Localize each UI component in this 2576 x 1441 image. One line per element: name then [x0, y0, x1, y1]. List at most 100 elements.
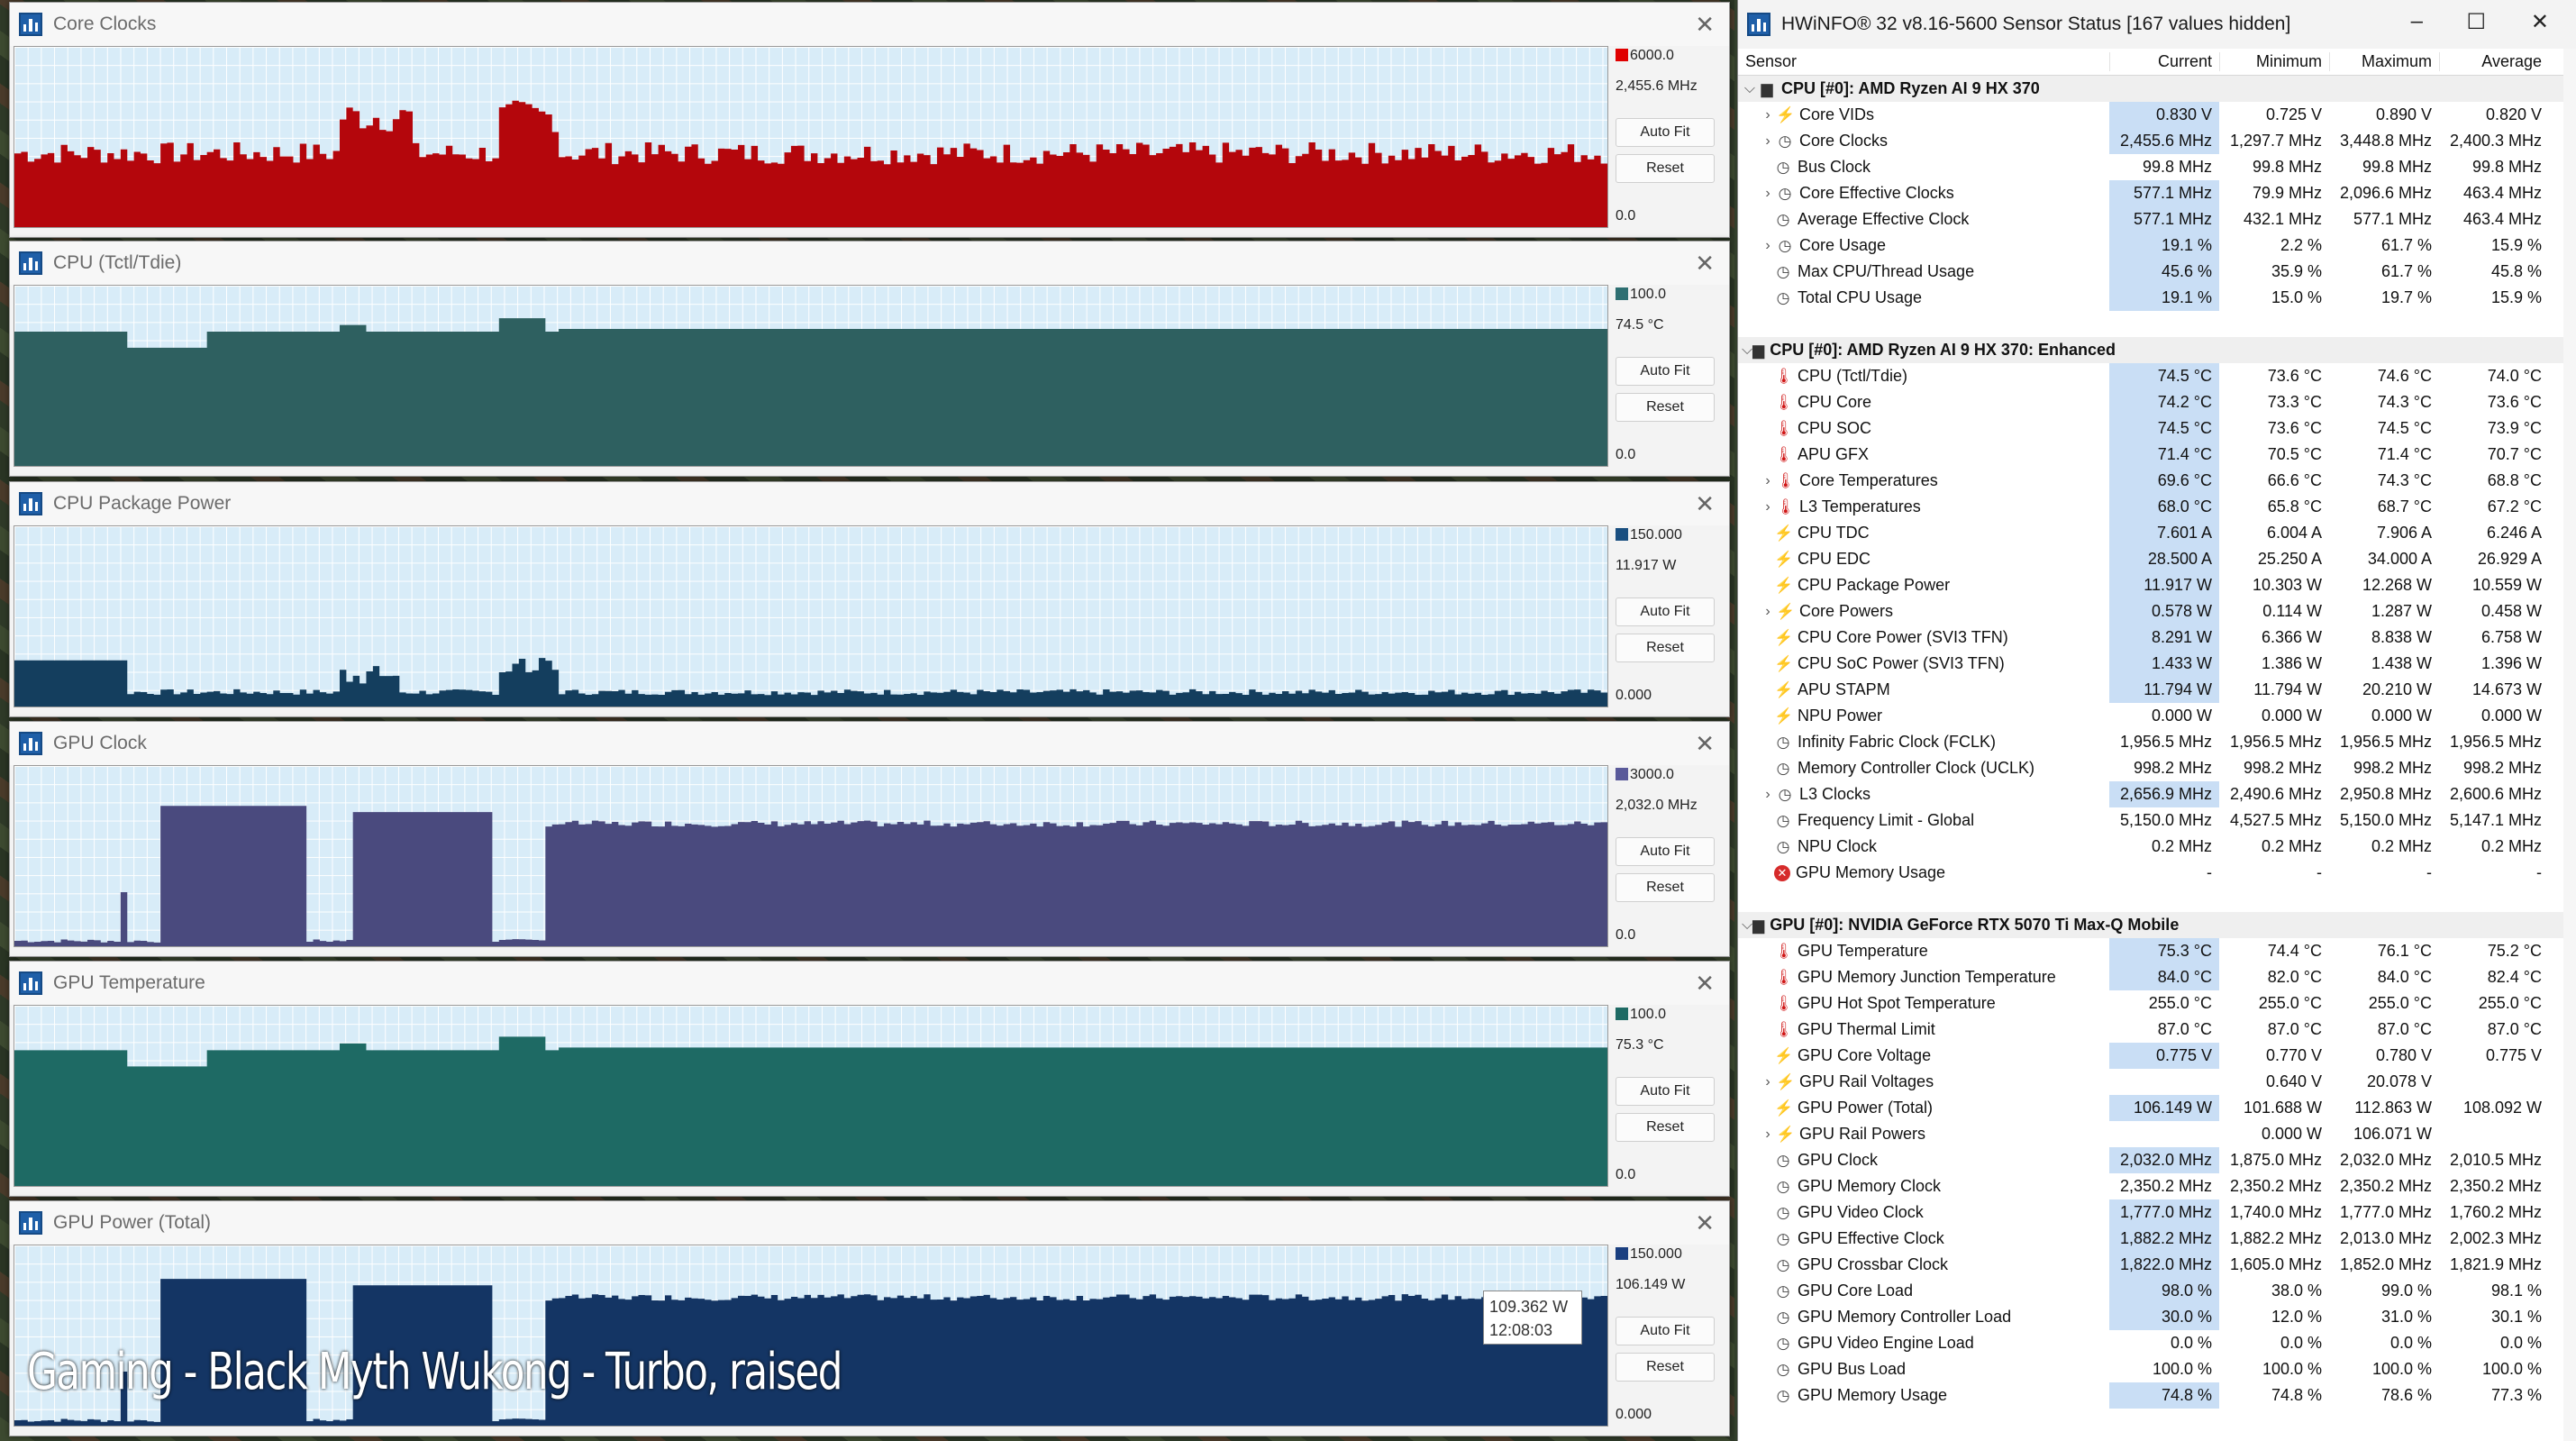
sensor-row[interactable]: 🌡 CPU (Tctl/Tdie) 74.5 °C 73.6 °C 74.6 °C 74.…	[1738, 363, 2576, 389]
close-icon[interactable]: ✕	[2531, 9, 2549, 35]
reset-button[interactable]: Reset	[1616, 1353, 1715, 1382]
auto-fit-button[interactable]: Auto Fit	[1616, 597, 1715, 626]
reset-button[interactable]: Reset	[1616, 1113, 1715, 1142]
sensor-row[interactable]: › ◷ Core Usage 19.1 % 2.2 % 61.7 % 15.9 %	[1738, 233, 2576, 259]
sensor-row[interactable]: ⚡ GPU Core Voltage 0.775 V 0.770 V 0.780 V 0.…	[1738, 1043, 2576, 1069]
sensor-row[interactable]: ◷ GPU Video Engine Load 0.0 % 0.0 % 0.0 % 0.0…	[1738, 1330, 2576, 1356]
auto-fit-button[interactable]: Auto Fit	[1616, 118, 1715, 147]
expand-icon[interactable]: ›	[1760, 1126, 1776, 1143]
sensor-group-row[interactable]: ⌵ ▆ CPU [#0]: AMD Ryzen AI 9 HX 370	[1738, 76, 2576, 102]
sensor-row[interactable]: 🌡 GPU Temperature 75.3 °C 74.4 °C 76.1 °C 75.…	[1738, 938, 2576, 964]
sensor-row[interactable]: ◷ GPU Effective Clock 1,882.2 MHz 1,882.2 M…	[1738, 1226, 2576, 1252]
overlay-caption: Gaming - Black Myth Wukong - Turbo, rais…	[27, 1343, 842, 1401]
scrollbar[interactable]	[2563, 49, 2576, 1441]
sensor-row[interactable]: ⚡ CPU Package Power 11.917 W 10.303 W 12.268…	[1738, 572, 2576, 598]
sensor-row[interactable]: ⚡ GPU Power (Total) 106.149 W 101.688 W 112.…	[1738, 1095, 2576, 1121]
expand-icon[interactable]: ›	[1760, 473, 1776, 489]
sensor-row[interactable]: ⚡ NPU Power 0.000 W 0.000 W 0.000 W 0.000 W	[1738, 703, 2576, 729]
sensor-row[interactable]: ◷ GPU Memory Usage 74.8 % 74.8 % 78.6 % 77.3 …	[1738, 1382, 2576, 1409]
sensor-row[interactable]: ⚡ CPU SoC Power (SVI3 TFN) 1.433 W 1.386 W1…	[1738, 651, 2576, 677]
minimize-icon[interactable]: –	[2411, 9, 2423, 34]
sensor-row[interactable]: › ◷ Core Effective Clocks 577.1 MHz 79.9 MHz…	[1738, 180, 2576, 206]
expand-icon[interactable]: ›	[1760, 787, 1776, 803]
sensor-row[interactable]: ◷ Bus Clock 99.8 MHz 99.8 MHz 99.8 MHz 99.8 M…	[1738, 154, 2576, 180]
collapse-icon[interactable]: ⌵	[1742, 917, 1752, 934]
sensor-row[interactable]: › ⚡ GPU Rail Voltages 0.640 V 20.078 V	[1738, 1069, 2576, 1095]
reset-button[interactable]: Reset	[1616, 873, 1715, 902]
sensor-row[interactable]: › ⚡ Core Powers 0.578 W 0.114 W 1.287 W 0.458 …	[1738, 598, 2576, 625]
sensor-row[interactable]: ⚡ CPU TDC 7.601 A 6.004 A 7.906 A 6.246 A	[1738, 520, 2576, 546]
sensor-group-row[interactable]: ⌵ ▆ GPU [#0]: NVIDIA GeForce RTX 5070 Ti M…	[1738, 912, 2576, 938]
auto-fit-button[interactable]: Auto Fit	[1616, 837, 1715, 866]
expand-icon[interactable]: ›	[1760, 186, 1776, 202]
sensor-row[interactable]: › ⚡ Core VIDs 0.830 V 0.725 V 0.890 V 0.820 V	[1738, 102, 2576, 128]
sensor-row[interactable]: 🌡 GPU Thermal Limit 87.0 °C 87.0 °C 87.0 °C 8…	[1738, 1017, 2576, 1043]
sensor-row[interactable]: ◷ NPU Clock 0.2 MHz 0.2 MHz 0.2 MHz 0.2 MHz	[1738, 834, 2576, 860]
reset-button[interactable]: Reset	[1616, 393, 1715, 422]
auto-fit-button[interactable]: Auto Fit	[1616, 1077, 1715, 1106]
sensor-name-cell: ⚡ GPU Core Voltage	[1738, 1043, 2109, 1069]
close-icon[interactable]: ✕	[1695, 250, 1715, 278]
clock-icon: ◷	[1776, 210, 1790, 228]
value-maximum: 61.7 %	[2380, 262, 2432, 280]
sensor-row[interactable]: ◷ GPU Memory Clock 2,350.2 MHz 2,350.2 MHz 2…	[1738, 1173, 2576, 1199]
sensor-row[interactable]: 🌡 CPU SOC 74.5 °C 73.6 °C 74.5 °C 73.9 °C	[1738, 415, 2576, 442]
sensor-row[interactable]: ◷ Memory Controller Clock (UCLK) 998.2 MHz…	[1738, 755, 2576, 781]
sensor-row[interactable]: ◷ GPU Clock 2,032.0 MHz 1,875.0 MHz 2,032.0 …	[1738, 1147, 2576, 1173]
close-icon[interactable]: ✕	[1695, 490, 1715, 518]
sensor-row[interactable]: ⚡ CPU Core Power (SVI3 TFN) 8.291 W 6.366 W…	[1738, 625, 2576, 651]
reset-button[interactable]: Reset	[1616, 154, 1715, 183]
col-maximum[interactable]: Maximum	[2329, 52, 2439, 71]
close-icon[interactable]: ✕	[1695, 730, 1715, 758]
col-sensor[interactable]: Sensor	[1738, 52, 2109, 71]
clock-icon: ◷	[1776, 811, 1790, 829]
sensor-row[interactable]: ◷ Max CPU/Thread Usage 45.6 % 35.9 % 61.7 % 4…	[1738, 259, 2576, 285]
sensor-row[interactable]: ◷ GPU Crossbar Clock 1,822.0 MHz 1,605.0 MH…	[1738, 1252, 2576, 1278]
expand-icon[interactable]: ›	[1760, 1074, 1776, 1090]
sensor-row[interactable]: 🌡 CPU Core 74.2 °C 73.3 °C 74.3 °C 73.6 °C	[1738, 389, 2576, 415]
sensor-row[interactable]: ◷ GPU Memory Controller Load 30.0 % 12.0 % 3…	[1738, 1304, 2576, 1330]
sensor-row[interactable]: ⚡ CPU EDC 28.500 A 25.250 A 34.000 A 26.929 A	[1738, 546, 2576, 572]
sensor-row[interactable]: ◷ Infinity Fabric Clock (FCLK) 1,956.5 MHz…	[1738, 729, 2576, 755]
auto-fit-button[interactable]: Auto Fit	[1616, 357, 1715, 386]
expand-icon[interactable]: ›	[1760, 499, 1776, 515]
close-icon[interactable]: ✕	[1695, 1209, 1715, 1237]
sensor-row[interactable]: ◷ GPU Bus Load 100.0 % 100.0 % 100.0 % 100.0 …	[1738, 1356, 2576, 1382]
sensor-row[interactable]: ◷ GPU Core Load 98.0 % 38.0 % 99.0 % 98.1 %	[1738, 1278, 2576, 1304]
sensor-row[interactable]: 🌡 GPU Memory Junction Temperature 84.0 °C 8…	[1738, 964, 2576, 990]
maximize-icon[interactable]: ☐	[2466, 9, 2486, 35]
value-minimum: 0.2 MHz	[2261, 837, 2322, 855]
sensor-label: GPU Power (Total)	[1798, 1099, 1934, 1117]
col-minimum[interactable]: Minimum	[2219, 52, 2329, 71]
sensor-group-row[interactable]: ⌵ ▆ CPU [#0]: AMD Ryzen AI 9 HX 370: Enhan…	[1738, 337, 2576, 363]
collapse-icon[interactable]: ⌵	[1742, 81, 1758, 97]
col-average[interactable]: Average	[2439, 52, 2549, 71]
sensor-row[interactable]: › ◷ L3 Clocks 2,656.9 MHz 2,490.6 MHz 2,950.8…	[1738, 781, 2576, 807]
value-current: 106.149 W	[2109, 1095, 2219, 1121]
expand-icon[interactable]: ›	[1760, 238, 1776, 254]
sensor-row[interactable]: › 🌡 Core Temperatures 69.6 °C 66.6 °C 74.3 °C…	[1738, 468, 2576, 494]
sensor-row[interactable]: › 🌡 L3 Temperatures 68.0 °C 65.8 °C 68.7 °C 67…	[1738, 494, 2576, 520]
expand-icon[interactable]: ›	[1760, 107, 1776, 123]
sensor-row[interactable]: ◷ Frequency Limit - Global 5,150.0 MHz 4,52…	[1738, 807, 2576, 834]
sensor-row[interactable]: ⚡ APU STAPM 11.794 W 11.794 W 20.210 W 14.673…	[1738, 677, 2576, 703]
expand-icon[interactable]: ›	[1760, 604, 1776, 620]
sensor-name-cell: ⌵ ▆ GPU [#0]: NVIDIA GeForce RTX 5070 Ti M…	[1738, 912, 2179, 938]
close-icon[interactable]: ✕	[1695, 970, 1715, 998]
chip-icon: ▆	[1752, 916, 1765, 934]
sensor-row[interactable]: 🌡 APU GFX 71.4 °C 70.5 °C 71.4 °C 70.7 °C	[1738, 442, 2576, 468]
sensor-row[interactable]: 🌡 GPU Hot Spot Temperature 255.0 °C 255.0 °…	[1738, 990, 2576, 1017]
reset-button[interactable]: Reset	[1616, 634, 1715, 662]
sensor-row[interactable]: › ◷ Core Clocks 2,455.6 MHz 1,297.7 MHz 3,448…	[1738, 128, 2576, 154]
sensor-row[interactable]: › ⚡ GPU Rail Powers 0.000 W 106.071 W	[1738, 1121, 2576, 1147]
sensor-row[interactable]: ✕ GPU Memory Usage - - - -	[1738, 860, 2576, 886]
auto-fit-button[interactable]: Auto Fit	[1616, 1317, 1715, 1345]
sensor-row[interactable]: ◷ Average Effective Clock 577.1 MHz 432.1 M…	[1738, 206, 2576, 233]
close-icon[interactable]: ✕	[1695, 11, 1715, 39]
sensor-row[interactable]: ◷ GPU Video Clock 1,777.0 MHz 1,740.0 MHz 1,…	[1738, 1199, 2576, 1226]
collapse-icon[interactable]: ⌵	[1742, 342, 1752, 359]
value-average: 2,600.6 MHz	[2449, 785, 2542, 803]
expand-icon[interactable]: ›	[1760, 133, 1776, 150]
col-current[interactable]: Current	[2109, 52, 2219, 71]
sensor-row[interactable]: ◷ Total CPU Usage 19.1 % 15.0 % 19.7 % 15.9 %	[1738, 285, 2576, 311]
